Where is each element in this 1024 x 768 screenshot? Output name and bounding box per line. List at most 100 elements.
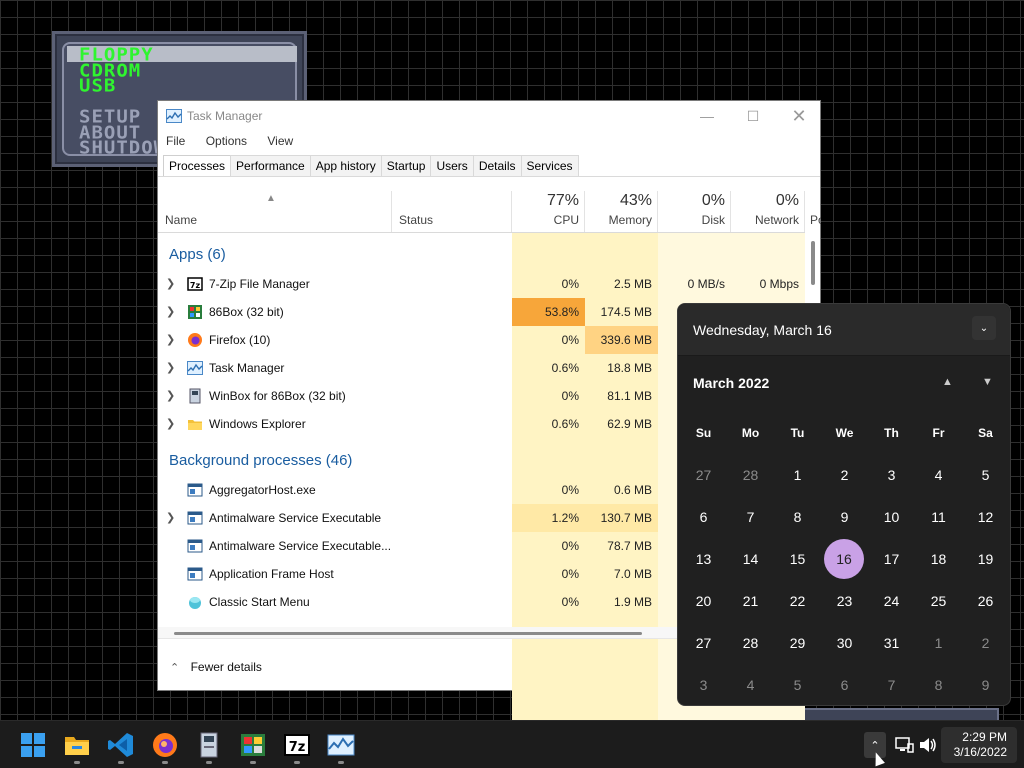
expand-chevron-icon[interactable]: ❯ xyxy=(166,511,175,524)
86box-icon[interactable] xyxy=(239,731,267,759)
calendar-day[interactable]: 1 xyxy=(774,454,821,496)
network-icon[interactable] xyxy=(894,735,914,755)
calendar-day[interactable]: 9 xyxy=(962,664,1009,706)
calendar-day[interactable]: 7 xyxy=(868,664,915,706)
clock-button[interactable]: 2:29 PM 3/16/2022 xyxy=(941,727,1017,763)
7zip-icon: 7z xyxy=(187,277,203,291)
expand-chevron-icon[interactable]: ❯ xyxy=(166,305,175,318)
calendar-day[interactable]: 27 xyxy=(680,454,727,496)
maximize-button[interactable]: ☐ xyxy=(730,101,776,131)
calendar-day[interactable]: 3 xyxy=(680,664,727,706)
expand-chevron-icon[interactable]: ❯ xyxy=(166,389,175,402)
tab-startup[interactable]: Startup xyxy=(380,155,432,176)
calendar-day[interactable]: 26 xyxy=(962,580,1009,622)
menu-view[interactable]: View xyxy=(267,134,293,148)
7zip-icon[interactable]: 7z xyxy=(283,731,311,759)
calendar-day[interactable]: 22 xyxy=(774,580,821,622)
process-name: 7-Zip File Manager xyxy=(209,277,310,291)
close-button[interactable]: ✕ xyxy=(776,101,822,131)
tab-users[interactable]: Users xyxy=(430,155,474,176)
calendar-day[interactable]: 9 xyxy=(821,496,868,538)
volume-icon[interactable] xyxy=(918,735,938,755)
calendar-day[interactable]: 7 xyxy=(727,496,774,538)
menu-options[interactable]: Options xyxy=(206,134,247,148)
process-row[interactable]: ❯ 7z 7-Zip File Manager 0% 2.5 MB 0 MB/s… xyxy=(158,270,805,298)
calendar-day[interactable]: 27 xyxy=(680,622,727,664)
tab-services[interactable]: Services xyxy=(520,155,579,176)
calendar-day[interactable]: 5 xyxy=(774,664,821,706)
calendar-day[interactable]: 8 xyxy=(774,496,821,538)
network-total: 0% xyxy=(775,192,799,209)
tab-app-history[interactable]: App history xyxy=(309,155,382,176)
vertical-scrollbar[interactable] xyxy=(811,241,815,285)
column-power[interactable]: Po xyxy=(805,191,821,233)
previous-month-icon[interactable]: ▲ xyxy=(942,376,953,388)
calendar-day[interactable]: 2 xyxy=(821,454,868,496)
windows-start-icon[interactable] xyxy=(19,731,47,759)
calendar-day[interactable]: 28 xyxy=(727,622,774,664)
vscode-icon[interactable] xyxy=(107,731,135,759)
calendar-day[interactable]: 2 xyxy=(962,622,1009,664)
process-name: Windows Explorer xyxy=(209,417,306,431)
calendar-day[interactable]: 29 xyxy=(774,622,821,664)
tab-details[interactable]: Details xyxy=(472,155,522,176)
calendar-day[interactable]: 31 xyxy=(868,622,915,664)
calendar-day[interactable]: 6 xyxy=(821,664,868,706)
calendar-day[interactable]: 19 xyxy=(962,538,1009,580)
firefox-icon[interactable] xyxy=(151,731,179,759)
calendar-day[interactable]: 17 xyxy=(868,538,915,580)
calendar-day-today[interactable]: 16 xyxy=(824,539,864,579)
calendar-day[interactable]: 8 xyxy=(915,664,962,706)
task-manager-icon[interactable] xyxy=(327,731,355,759)
boot-item-usb[interactable]: USB xyxy=(79,77,116,95)
calendar-day[interactable]: 1 xyxy=(915,622,962,664)
calendar-day[interactable]: 28 xyxy=(727,454,774,496)
expand-chevron-icon[interactable]: ❯ xyxy=(166,361,175,374)
column-disk[interactable]: 0% Disk xyxy=(658,191,731,233)
column-status[interactable]: Status xyxy=(392,191,512,233)
calendar-day[interactable]: 23 xyxy=(821,580,868,622)
fewer-details-button[interactable]: ⌃ Fewer details xyxy=(170,660,262,674)
calendar-day[interactable]: 13 xyxy=(680,538,727,580)
calendar-day[interactable]: 25 xyxy=(915,580,962,622)
taskbar: 7z ⌃ 2:29 PM 3/16/2022 xyxy=(0,720,1024,768)
column-cpu[interactable]: 77% CPU xyxy=(512,191,585,233)
column-name[interactable]: Name xyxy=(158,191,391,233)
cpu-total: 77% xyxy=(546,192,579,209)
calendar-day[interactable]: 4 xyxy=(727,664,774,706)
minimize-button[interactable]: — xyxy=(684,101,730,131)
calendar-day[interactable]: 3 xyxy=(868,454,915,496)
tab-performance[interactable]: Performance xyxy=(230,155,311,176)
calendar-day[interactable]: 24 xyxy=(868,580,915,622)
calendar-day[interactable]: 12 xyxy=(962,496,1009,538)
calendar-day[interactable]: 20 xyxy=(680,580,727,622)
next-month-icon[interactable]: ▼ xyxy=(982,376,993,388)
application-icon xyxy=(187,539,203,553)
cpu-value: 0% xyxy=(561,333,579,347)
calendar-day[interactable]: 30 xyxy=(821,622,868,664)
expand-chevron-icon[interactable]: ❯ xyxy=(166,333,175,346)
winbox-icon[interactable] xyxy=(195,731,223,759)
expand-chevron-icon[interactable]: ❯ xyxy=(166,277,175,290)
file-explorer-icon[interactable] xyxy=(63,731,91,759)
calendar-day[interactable]: 5 xyxy=(962,454,1009,496)
application-icon xyxy=(187,567,203,581)
horizontal-scrollbar[interactable] xyxy=(174,632,642,635)
column-memory[interactable]: 43% Memory xyxy=(585,191,658,233)
calendar-day[interactable]: 6 xyxy=(680,496,727,538)
expand-chevron-icon[interactable]: ❯ xyxy=(166,417,175,430)
menu-file[interactable]: File xyxy=(166,134,185,148)
calendar-month[interactable]: March 2022 xyxy=(693,375,769,391)
chevron-down-icon[interactable]: ⌄ xyxy=(972,316,996,340)
title-bar[interactable]: Task Manager — ☐ ✕ xyxy=(158,101,820,131)
tab-processes[interactable]: Processes xyxy=(163,155,232,177)
calendar-day[interactable]: 11 xyxy=(915,496,962,538)
column-network[interactable]: 0% Network xyxy=(731,191,805,233)
86box-icon xyxy=(188,305,202,319)
calendar-day[interactable]: 4 xyxy=(915,454,962,496)
calendar-day[interactable]: 10 xyxy=(868,496,915,538)
calendar-day[interactable]: 14 xyxy=(727,538,774,580)
calendar-day[interactable]: 18 xyxy=(915,538,962,580)
calendar-day[interactable]: 15 xyxy=(774,538,821,580)
calendar-day[interactable]: 21 xyxy=(727,580,774,622)
